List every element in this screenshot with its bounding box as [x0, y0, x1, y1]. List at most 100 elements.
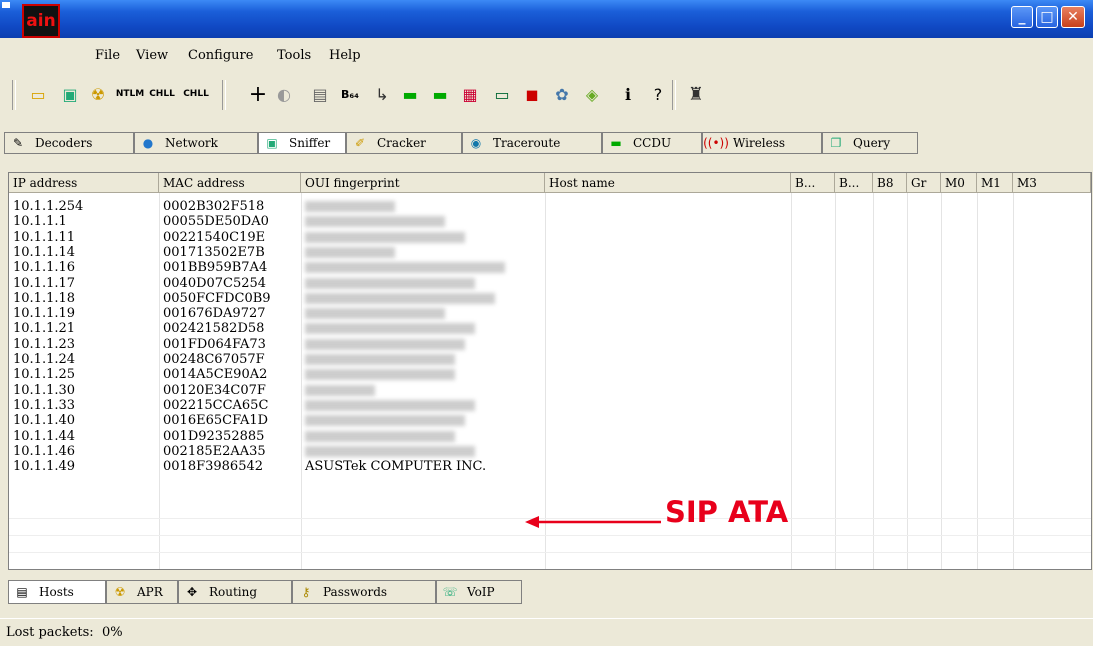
lsa-secrets-icon[interactable]: ▬ [398, 82, 422, 106]
ccdu-icon: ▬ [610, 136, 622, 150]
tab-passwords[interactable]: ⚷ Passwords [292, 580, 436, 604]
cell-mac-address: 0040D07C5254 [163, 275, 267, 291]
tab-hosts[interactable]: ▤ Hosts [8, 580, 106, 604]
column-header-gr[interactable]: Gr [907, 173, 941, 193]
menu-configure[interactable]: Configure [188, 48, 253, 63]
table-row[interactable]: 10.1.1.21 002421582D58 [9, 321, 1091, 336]
hosts-table[interactable]: IP address MAC address OUI fingerprint H… [8, 172, 1092, 570]
table-row[interactable]: 10.1.1.33 002215CCA65C [9, 398, 1091, 413]
redacted-oui-fingerprint [305, 216, 445, 228]
redacted-oui-fingerprint [305, 354, 455, 365]
tab-decoders[interactable]: ✎ Decoders [4, 132, 134, 154]
base64-icon[interactable]: B₆₄ [338, 82, 362, 106]
table-row[interactable]: 10.1.1.23 001FD064FA73 [9, 337, 1091, 352]
help-ball-icon[interactable]: ✿ [550, 82, 574, 106]
cell-ip-address: 10.1.1.23 [13, 336, 76, 352]
add-icon[interactable]: + [246, 82, 270, 107]
column-header-b8[interactable]: B8 [873, 173, 907, 193]
network-card-icon[interactable]: ▣ [58, 82, 82, 106]
tab-label: Traceroute [493, 136, 561, 150]
clock-icon[interactable]: ◈ [580, 82, 604, 106]
app-logo: ain [22, 4, 60, 38]
terminal-icon[interactable]: ▭ [490, 82, 514, 106]
maximize-button[interactable]: □ [1036, 6, 1058, 28]
menu-help[interactable]: Help [329, 48, 361, 63]
table-row[interactable]: 10.1.1.40 0016E65CFA1D [9, 413, 1091, 428]
column-header-b1[interactable]: B... [791, 173, 835, 193]
tab-label: Hosts [39, 585, 74, 599]
cell-ip-address: 10.1.1.254 [13, 199, 84, 214]
apr-hazard-icon[interactable]: ☢ [86, 82, 110, 106]
table-row[interactable]: 10.1.1.254 0002B302F518 [9, 199, 1091, 214]
column-header-m3[interactable]: M3 [1013, 173, 1091, 193]
ntlm-auth-icon[interactable]: NTLM [116, 82, 144, 106]
table-row[interactable]: 10.1.1.19 001676DA9727 [9, 306, 1091, 321]
test-icon[interactable]: ♜ [684, 82, 708, 106]
table-row[interactable]: 10.1.1.16 001BB959B7A4 [9, 260, 1091, 275]
chall-spoof-icon[interactable]: CHLL [149, 82, 175, 106]
column-header-oui-fingerprint[interactable]: OUI fingerprint [301, 173, 545, 193]
open-folder-icon[interactable]: ▭ [26, 82, 50, 106]
column-header-ip-address[interactable]: IP address [9, 173, 159, 193]
tab-ccdu[interactable]: ▬ CCDU [602, 132, 702, 154]
close-button[interactable]: ✕ [1061, 6, 1085, 28]
tab-query[interactable]: ❐ Query [822, 132, 918, 154]
column-header-host-name[interactable]: Host name [545, 173, 791, 193]
close-icon: ✕ [1067, 9, 1079, 25]
cell-ip-address: 10.1.1.11 [13, 229, 76, 245]
table-row[interactable]: 10.1.1.25 0014A5CE90A2 [9, 367, 1091, 382]
column-header-b2[interactable]: B... [835, 173, 873, 193]
tab-routing[interactable]: ✥ Routing [178, 580, 292, 604]
column-header-mac-address[interactable]: MAC address [159, 173, 301, 193]
hash-calc-icon[interactable]: ▤ [308, 82, 332, 106]
query-icon: ❐ [830, 136, 842, 150]
cell-ip-address: 10.1.1.1 [13, 214, 67, 230]
tab-sniffer[interactable]: ▣ Sniffer [258, 132, 346, 154]
decoders-icon: ✎ [12, 136, 24, 150]
redacted-oui-fingerprint [305, 308, 445, 320]
menu-tools[interactable]: Tools [277, 48, 311, 63]
cell-mac-address: 00221540C19E [163, 229, 266, 245]
tab-voip[interactable]: ☏ VoIP [436, 580, 522, 604]
traceroute-icon: ◉ [470, 136, 482, 150]
table-row[interactable]: 10.1.1.14 001713502E7B [9, 245, 1091, 260]
table-row[interactable]: 10.1.1.49 0018F3986542 ASUSTek COMPUTER IN… [9, 459, 1091, 474]
table-row[interactable]: 10.1.1.1 00055DE50DA0 [9, 214, 1091, 229]
table-row[interactable]: 10.1.1.11 00221540C19E [9, 230, 1091, 245]
tab-cracker[interactable]: ✐ Cracker [346, 132, 462, 154]
column-header-m0[interactable]: M0 [941, 173, 977, 193]
cell-ip-address: 10.1.1.18 [13, 290, 76, 306]
table-row[interactable]: 10.1.1.24 00248C67057F [9, 352, 1091, 367]
tab-label: Cracker [377, 136, 426, 150]
traceroute-wizard-icon[interactable]: ↳ [370, 82, 394, 106]
dictionary-icon[interactable]: ◐ [272, 82, 296, 106]
routing-icon[interactable]: ◼ [520, 82, 544, 106]
table-row[interactable]: 10.1.1.17 0040D07C5254 [9, 276, 1091, 291]
table-row[interactable]: 10.1.1.46 002185E2AA35 [9, 444, 1091, 459]
table-row[interactable]: 10.1.1.30 00120E34C07F [9, 383, 1091, 398]
question-icon[interactable]: ? [646, 82, 670, 106]
cell-mac-address: 0016E65CFA1D [163, 413, 269, 429]
info-icon[interactable]: ℹ [616, 82, 640, 106]
tab-label: Decoders [35, 136, 93, 150]
table-row[interactable]: 10.1.1.44 001D92352885 [9, 429, 1091, 444]
table-row[interactable]: 10.1.1.18 0050FCFDC0B9 [9, 291, 1091, 306]
tab-traceroute[interactable]: ◉ Traceroute [462, 132, 602, 154]
tab-wireless[interactable]: ((•)) Wireless [702, 132, 822, 154]
tab-network[interactable]: ● Network [134, 132, 258, 154]
tab-apr[interactable]: ☢ APR [106, 580, 178, 604]
cell-mac-address: 0002B302F518 [163, 199, 265, 214]
minimize-button[interactable]: _ [1011, 6, 1033, 28]
menu-view[interactable]: View [136, 48, 168, 63]
column-header-m1[interactable]: M1 [977, 173, 1013, 193]
hosts-icon: ▤ [16, 585, 28, 599]
cell-mac-address: 00248C67057F [163, 352, 265, 367]
menu-file[interactable]: File [95, 48, 120, 63]
cell-ip-address: 10.1.1.16 [13, 260, 76, 276]
chall-reset-icon[interactable]: CHLL [183, 82, 209, 106]
cell-mac-address: 001BB959B7A4 [163, 260, 268, 276]
pc-icon[interactable]: ▦ [458, 82, 482, 106]
system-menu-icon[interactable] [2, 2, 10, 8]
wireless-icon[interactable]: ▬ [428, 82, 452, 106]
tab-label: Wireless [733, 136, 786, 150]
